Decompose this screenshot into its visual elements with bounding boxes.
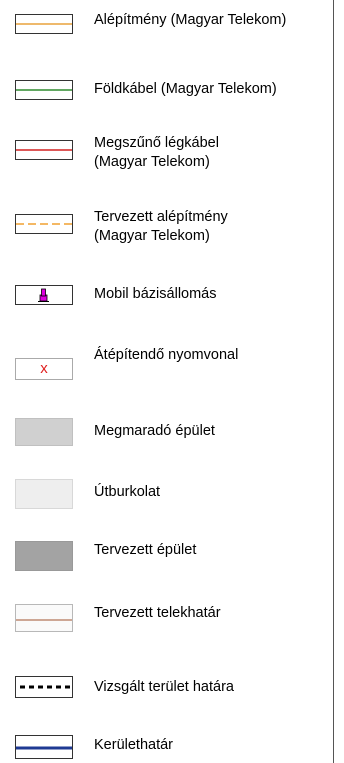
light-gray-fill-swatch-icon — [15, 418, 73, 446]
legend-label: Megmaradó épület — [94, 423, 215, 439]
green-line-symbol-icon — [15, 80, 73, 100]
legend-frame-border — [333, 0, 334, 763]
brown-line-symbol-icon — [15, 604, 73, 632]
dark-gray-fill-swatch-icon — [15, 541, 73, 571]
legend-label: Tervezett alépítmény (Magyar Telekom) — [94, 209, 228, 244]
x-mark-icon: x — [40, 360, 48, 377]
legend-label: Tervezett épület — [94, 542, 197, 558]
x-mark-symbol-icon: x — [15, 358, 73, 380]
legend-label: Kerülethatár — [94, 737, 173, 753]
legend-label: Alépítmény (Magyar Telekom) — [94, 12, 287, 28]
navy-line-symbol-icon — [15, 735, 73, 759]
legend-label: Tervezett telekhatár — [94, 605, 221, 621]
map-legend: Alépítmény (Magyar Telekom) Földkábel (M… — [0, 0, 344, 763]
dotted-line-symbol-icon — [15, 676, 73, 698]
red-line-symbol-icon — [15, 140, 73, 160]
legend-label: Útburkolat — [94, 484, 161, 500]
orange-dashed-line-symbol-icon — [15, 214, 73, 234]
legend-label: Vizsgált terület határa — [94, 679, 234, 695]
very-light-gray-fill-swatch-icon — [15, 479, 73, 509]
legend-label: Megszűnő légkábel (Magyar Telekom) — [94, 135, 219, 170]
orange-line-symbol-icon — [15, 14, 73, 34]
legend-label: Mobil bázisállomás — [94, 286, 217, 302]
tower-symbol-icon — [15, 285, 73, 305]
legend-label: Földkábel (Magyar Telekom) — [94, 81, 277, 97]
legend-label: Átépítendő nyomvonal — [94, 347, 239, 363]
